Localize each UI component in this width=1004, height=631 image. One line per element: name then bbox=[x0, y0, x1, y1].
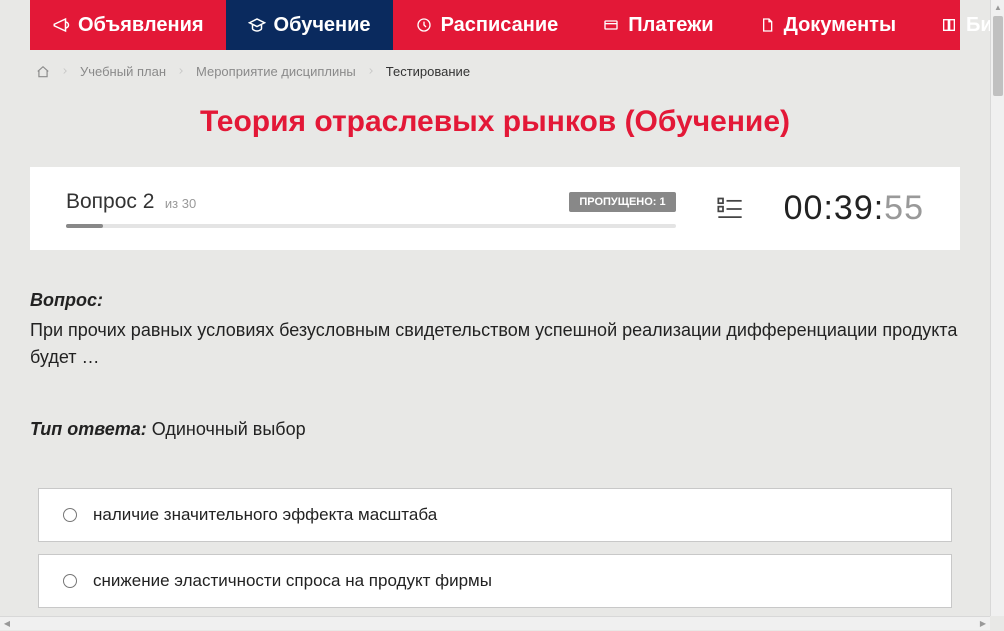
answer-text: наличие значительного эффекта масштаба bbox=[93, 505, 437, 525]
answer-option[interactable]: наличие значительного эффекта масштаба bbox=[38, 488, 952, 542]
question-label-text: Вопрос: bbox=[30, 290, 103, 310]
main-nav: Объявления Обучение Расписание Платежи Д… bbox=[30, 0, 960, 50]
nav-item-announcements[interactable]: Объявления bbox=[30, 0, 226, 50]
home-icon[interactable] bbox=[36, 65, 50, 79]
question-list-icon[interactable] bbox=[716, 195, 744, 223]
clock-icon bbox=[415, 16, 433, 34]
horizontal-scrollbar[interactable]: ◀ ▶ bbox=[0, 616, 990, 630]
nav-label: Платежи bbox=[628, 14, 713, 37]
scroll-left-icon[interactable]: ◀ bbox=[0, 617, 14, 631]
scroll-thumb[interactable] bbox=[993, 16, 1003, 96]
chevron-right-icon bbox=[176, 64, 186, 79]
breadcrumb: Учебный план Мероприятие дисциплины Тест… bbox=[0, 50, 990, 93]
nav-label: Объявления bbox=[78, 14, 204, 37]
book-icon bbox=[940, 16, 958, 34]
vertical-scrollbar[interactable]: ▲ bbox=[990, 0, 1004, 616]
timer: 00:39:55 bbox=[784, 189, 924, 228]
breadcrumb-item[interactable]: Учебный план bbox=[80, 64, 166, 79]
nav-item-library[interactable]: Библиотека bbox=[918, 0, 990, 50]
nav-label: Библиотека bbox=[966, 14, 990, 37]
question-content: Вопрос: При прочих равных условиях безус… bbox=[30, 290, 960, 440]
nav-item-training[interactable]: Обучение bbox=[226, 0, 393, 50]
nav-item-payments[interactable]: Платежи bbox=[580, 0, 735, 50]
scroll-right-icon[interactable]: ▶ bbox=[976, 617, 990, 631]
answers-list: наличие значительного эффекта масштаба с… bbox=[30, 488, 960, 616]
nav-label: Обучение bbox=[274, 14, 371, 37]
radio-input[interactable] bbox=[63, 574, 77, 588]
nav-label: Документы bbox=[784, 14, 896, 37]
question-text: При прочих равных условиях безусловным с… bbox=[30, 317, 960, 371]
breadcrumb-item[interactable]: Мероприятие дисциплины bbox=[196, 64, 356, 79]
graduation-icon bbox=[248, 16, 266, 34]
nav-item-schedule[interactable]: Расписание bbox=[393, 0, 581, 50]
doc-icon bbox=[758, 16, 776, 34]
breadcrumb-current: Тестирование bbox=[386, 64, 470, 79]
nav-label: Расписание bbox=[441, 14, 559, 37]
nav-item-documents[interactable]: Документы bbox=[736, 0, 918, 50]
quiz-header: Вопрос 2 из 30 ПРОПУЩЕНО: 1 00:39:55 bbox=[30, 167, 960, 250]
progress-bar bbox=[66, 224, 676, 228]
radio-input[interactable] bbox=[63, 508, 77, 522]
skipped-badge: ПРОПУЩЕНО: 1 bbox=[569, 192, 675, 212]
answer-text: снижение эластичности спроса на продукт … bbox=[93, 571, 492, 591]
answer-type: Тип ответа: Одиночный выбор bbox=[30, 419, 960, 440]
megaphone-icon bbox=[52, 16, 70, 34]
scroll-up-icon[interactable]: ▲ bbox=[991, 0, 1004, 14]
question-label: Вопрос 2 bbox=[66, 190, 154, 213]
question-total: из 30 bbox=[165, 196, 196, 211]
chevron-right-icon bbox=[366, 64, 376, 79]
page-title: Теория отраслевых рынков (Обучение) bbox=[0, 105, 990, 139]
chevron-right-icon bbox=[60, 64, 70, 79]
card-icon bbox=[602, 16, 620, 34]
answer-option[interactable]: снижение эластичности спроса на продукт … bbox=[38, 554, 952, 608]
